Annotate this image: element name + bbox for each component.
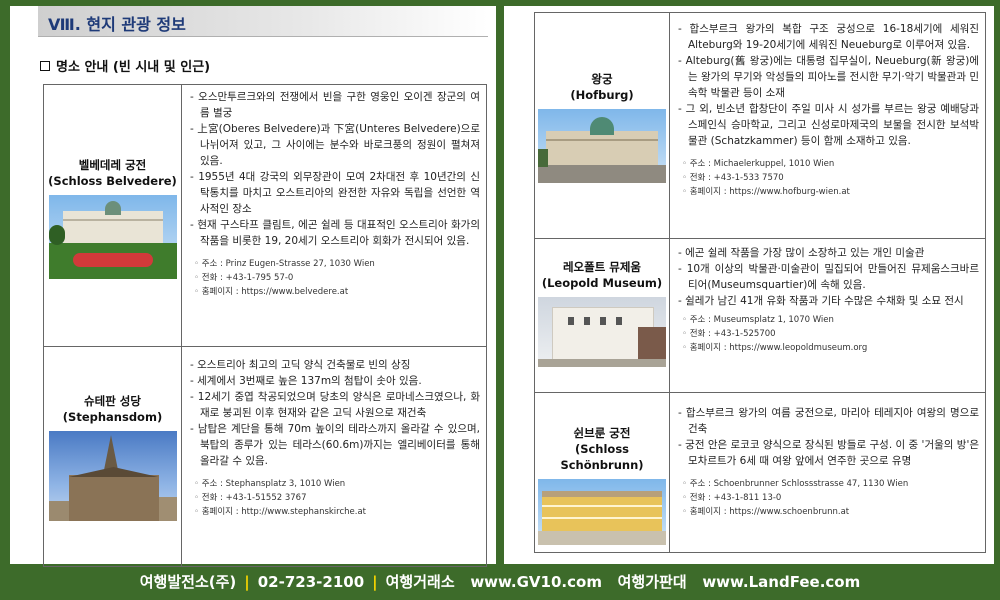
table-row: 벨베데레 궁전 (Schloss Belvedere) 오스만투르크와의 전쟁에… bbox=[43, 84, 487, 347]
place-info: 주소 : Museumsplatz 1, 1070 Wien 전화 : +43-… bbox=[678, 313, 979, 355]
footer-separator: | bbox=[372, 573, 378, 591]
place-name-en: (Schloss Belvedere) bbox=[48, 174, 177, 188]
section-title: Ⅷ. 현지 관광 정보 bbox=[48, 15, 186, 34]
description-item: 에곤 쉴레 작품을 가장 많이 소장하고 있는 개인 미술관 bbox=[678, 245, 979, 261]
place-info: 주소 : Schoenbrunner Schlossstrasse 47, 11… bbox=[678, 477, 979, 519]
place-homepage-link[interactable]: 홈페이지 : https://www.hofburg-wien.at bbox=[682, 187, 850, 197]
place-homepage-link[interactable]: 홈페이지 : http://www.stephanskirche.at bbox=[194, 507, 366, 517]
place-name-en: (Schloss Schönbrunn) bbox=[560, 442, 644, 472]
description-item: 1955년 4대 강국의 외무장관이 모여 2차대전 후 10년간의 신탁통치를… bbox=[190, 169, 480, 217]
footer-board-link[interactable]: www.LandFee.com bbox=[702, 573, 860, 591]
place-name-en: (Leopold Museum) bbox=[541, 276, 663, 290]
description-list: 에곤 쉴레 작품을 가장 많이 소장하고 있는 개인 미술관 10개 이상의 박… bbox=[678, 245, 979, 309]
place-address: 주소 : Stephansplatz 3, 1010 Wien bbox=[194, 479, 345, 489]
description-item: 12세기 중엽 착공되었으며 당초의 양식은 로마네스크였으나, 화재로 붕괴된… bbox=[190, 389, 480, 421]
description-item: 남탑은 계단을 통해 70m 높이의 테라스까지 올라갈 수 있으며, 북탑의 … bbox=[190, 421, 480, 469]
place-phone: 전화 : +43-1-51552 3767 bbox=[194, 493, 306, 503]
description-list: 합스부르크 왕가의 복합 구조 궁성으로 16-18세기에 세워진 Altebu… bbox=[678, 21, 979, 149]
place-name-cell: 슈테판 성당 (Stephansdom) bbox=[43, 346, 182, 567]
left-page: Ⅷ. 현지 관광 정보 명소 안내 (빈 시내 및 인근) 벨베데레 궁전 (S… bbox=[10, 6, 496, 567]
table-row: 슈테판 성당 (Stephansdom) 오스트리아 최고의 고딕 양식 건축물… bbox=[43, 346, 487, 567]
subheading-text: 명소 안내 (빈 시내 및 인근) bbox=[56, 60, 211, 75]
place-description-cell: 합스부르크 왕가의 복합 구조 궁성으로 16-18세기에 세워진 Altebu… bbox=[669, 12, 986, 239]
place-name-cell: 쉰브룬 궁전 (Schloss Schönbrunn) bbox=[534, 392, 670, 553]
description-item: 오스만투르크와의 전쟁에서 빈을 구한 영웅인 오이겐 장군의 여름 별궁 bbox=[190, 89, 480, 121]
place-homepage-link[interactable]: 홈페이지 : https://www.leopoldmuseum.org bbox=[682, 343, 867, 353]
place-name-cell: 왕궁 (Hofburg) bbox=[534, 12, 670, 239]
place-phone: 전화 : +43-1-811 13-0 bbox=[682, 493, 781, 503]
place-address: 주소 : Schoenbrunner Schlossstrasse 47, 11… bbox=[682, 479, 908, 489]
description-item: 오스트리아 최고의 고딕 양식 건축물로 빈의 상징 bbox=[190, 357, 480, 373]
place-name-ko: 슈테판 성당 bbox=[84, 394, 141, 408]
place-name-cell: 벨베데레 궁전 (Schloss Belvedere) bbox=[43, 84, 182, 347]
footer-bar: 여행발전소(주) | 02-723-2100 | 여행거래소 www.GV10.com … bbox=[0, 568, 1000, 596]
place-homepage-link[interactable]: 홈페이지 : https://www.schoenbrunn.at bbox=[682, 507, 849, 517]
description-list: 합스부르크 왕가의 여름 궁전으로, 마리아 테레지아 여왕의 명으로 건축 궁… bbox=[678, 405, 979, 469]
place-info: 주소 : Prinz Eugen-Strasse 27, 1030 Wien 전… bbox=[190, 257, 480, 299]
description-item: 上宮(Oberes Belvedere)과 下宮(Unteres Belvede… bbox=[190, 121, 480, 169]
place-phone: 전화 : +43-1-533 7570 bbox=[682, 173, 784, 183]
attractions-table-right: 왕궁 (Hofburg) 합스부르크 왕가의 복합 구조 궁성으로 16-18세… bbox=[534, 12, 986, 553]
section-heading-band: Ⅷ. 현지 관광 정보 bbox=[38, 6, 488, 37]
description-item: 쉴레가 남긴 41개 유화 작품과 기타 수많은 수채화 및 소묘 전시 bbox=[678, 293, 979, 309]
description-item: Alteburg(舊 왕궁)에는 대통령 집무실이, Neueburg(新 왕궁… bbox=[678, 53, 979, 101]
place-name-ko: 쉰브룬 궁전 bbox=[573, 426, 631, 440]
table-row: 레오폴트 뮤제움 (Leopold Museum) 에곤 쉴레 작품을 가장 많… bbox=[534, 238, 986, 393]
footer-exchange-label: 여행거래소 bbox=[385, 573, 455, 591]
place-homepage-link[interactable]: 홈페이지 : https://www.belvedere.at bbox=[194, 287, 348, 297]
place-name-en: (Stephansdom) bbox=[62, 410, 163, 424]
footer-separator: | bbox=[244, 573, 250, 591]
place-address: 주소 : Prinz Eugen-Strasse 27, 1030 Wien bbox=[194, 259, 375, 269]
description-item: 합스부르크 왕가의 복합 구조 궁성으로 16-18세기에 세워진 Altebu… bbox=[678, 21, 979, 53]
place-phone: 전화 : +43-1-795 57-0 bbox=[194, 273, 293, 283]
checkbox-icon bbox=[40, 60, 50, 71]
description-item: 합스부르크 왕가의 여름 궁전으로, 마리아 테레지아 여왕의 명으로 건축 bbox=[678, 405, 979, 437]
footer-board-label: 여행가판대 bbox=[617, 573, 687, 591]
place-phone: 전화 : +43-1-525700 bbox=[682, 329, 776, 339]
footer-exchange-link[interactable]: www.GV10.com bbox=[470, 573, 602, 591]
description-item: 그 외, 빈소년 합창단이 주일 미사 시 성가를 부르는 왕궁 예배당과 스페… bbox=[678, 101, 979, 149]
stephansdom-photo bbox=[48, 431, 177, 521]
footer-phone: 02-723-2100 bbox=[257, 573, 365, 591]
place-info: 주소 : Michaelerkuppel, 1010 Wien 전화 : +43… bbox=[678, 157, 979, 199]
footer-company: 여행발전소(주) bbox=[139, 573, 237, 591]
place-address: 주소 : Museumsplatz 1, 1070 Wien bbox=[682, 315, 834, 325]
belvedere-palace-photo bbox=[48, 195, 177, 279]
right-page: 왕궁 (Hofburg) 합스부르크 왕가의 복합 구조 궁성으로 16-18세… bbox=[504, 6, 994, 564]
place-description-cell: 오스트리아 최고의 고딕 양식 건축물로 빈의 상징 세계에서 3번째로 높은 … bbox=[181, 346, 487, 567]
place-address: 주소 : Michaelerkuppel, 1010 Wien bbox=[682, 159, 834, 169]
place-description-cell: 합스부르크 왕가의 여름 궁전으로, 마리아 테레지아 여왕의 명으로 건축 궁… bbox=[669, 392, 986, 553]
description-list: 오스만투르크와의 전쟁에서 빈을 구한 영웅인 오이겐 장군의 여름 별궁 上宮… bbox=[190, 89, 480, 249]
place-description-cell: 에곤 쉴레 작품을 가장 많이 소장하고 있는 개인 미술관 10개 이상의 박… bbox=[669, 238, 986, 393]
leopold-museum-photo bbox=[538, 297, 666, 367]
description-item: 세계에서 3번째로 높은 137m의 첨탑이 솟아 있음. bbox=[190, 373, 480, 389]
place-info: 주소 : Stephansplatz 3, 1010 Wien 전화 : +43… bbox=[190, 477, 480, 519]
schonbrunn-palace-photo bbox=[538, 479, 666, 545]
place-name-en: (Hofburg) bbox=[570, 88, 634, 102]
place-name-cell: 레오폴트 뮤제움 (Leopold Museum) bbox=[534, 238, 670, 393]
attractions-table-left: 벨베데레 궁전 (Schloss Belvedere) 오스만투르크와의 전쟁에… bbox=[43, 84, 487, 567]
description-item: 궁전 안은 로코코 양식으로 장식된 방들로 구성. 이 중 '거울의 방'은 … bbox=[678, 437, 979, 469]
table-row: 쉰브룬 궁전 (Schloss Schönbrunn) 합스부르크 왕가의 여름… bbox=[534, 392, 986, 553]
table-row: 왕궁 (Hofburg) 합스부르크 왕가의 복합 구조 궁성으로 16-18세… bbox=[534, 12, 986, 239]
description-list: 오스트리아 최고의 고딕 양식 건축물로 빈의 상징 세계에서 3번째로 높은 … bbox=[190, 357, 480, 469]
description-item: 10개 이상의 박물관·미술관이 밀집되어 만들어진 뮤제움스크바르티어(Mus… bbox=[678, 261, 979, 293]
place-name-ko: 왕궁 bbox=[591, 72, 613, 86]
subheading: 명소 안내 (빈 시내 및 인근) bbox=[40, 56, 210, 75]
description-item: 현재 구스타프 클림트, 에곤 쉴레 등 대표적인 오스트리아 화가의 작품을 … bbox=[190, 217, 480, 249]
place-name-ko: 레오폴트 뮤제움 bbox=[562, 260, 642, 274]
place-name-ko: 벨베데레 궁전 bbox=[78, 158, 147, 172]
place-description-cell: 오스만투르크와의 전쟁에서 빈을 구한 영웅인 오이겐 장군의 여름 별궁 上宮… bbox=[181, 84, 487, 347]
hofburg-photo bbox=[538, 109, 666, 183]
